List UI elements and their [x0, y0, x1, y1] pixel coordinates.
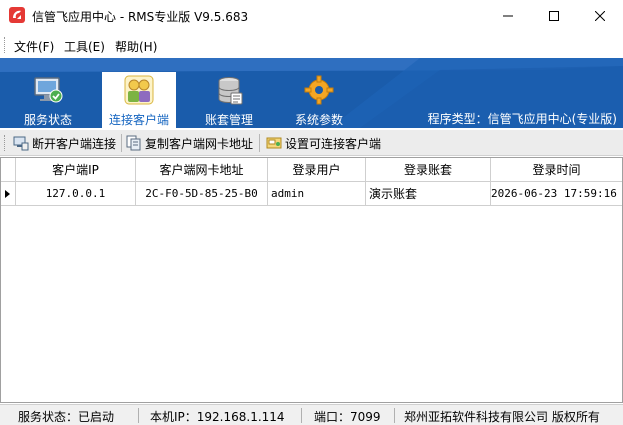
row-indicator [1, 182, 16, 206]
copy-mac-address-label: 复制客户端网卡地址 [145, 136, 254, 151]
cell-user: admin [268, 182, 366, 206]
service-state-status: 服务状态：已启动 [18, 410, 115, 424]
tab-service-status[interactable]: 服务状态 [11, 72, 85, 128]
tab-label: 账套管理 [204, 113, 253, 127]
database-icon [218, 77, 243, 105]
column-header-user[interactable]: 登录用户 [268, 158, 366, 182]
column-header-time[interactable]: 登录时间 [491, 158, 622, 182]
menu-grip [4, 37, 7, 53]
row-pointer-icon [5, 190, 10, 198]
window-title: 信管飞应用中心 - RMS专业版 V9.5.683 [32, 10, 249, 24]
local-ip-status: 本机IP：192.168.1.114 [150, 410, 285, 424]
maximize-icon [549, 11, 559, 21]
minimize-icon [503, 15, 513, 17]
column-header-mac[interactable]: 客户端网卡地址 [136, 158, 268, 182]
gear-icon [304, 75, 334, 105]
maximize-button[interactable] [531, 0, 577, 32]
grid-corner [1, 158, 16, 182]
tab-system-settings[interactable]: 系统参数 [282, 72, 356, 128]
disconnect-client-button[interactable]: 断开客户端连接 [13, 133, 116, 153]
users-icon [124, 75, 154, 105]
toolbar: 断开客户端连接 复制客户端网卡地址 设置可连接客户端 [0, 130, 623, 156]
set-allowed-clients-button[interactable]: 设置可连接客户端 [266, 133, 381, 153]
cell-mac: 2C-F0-5D-85-25-B0 [136, 182, 268, 206]
cell-time: 2026-06-23 17:59:16 [491, 182, 622, 206]
close-icon [595, 11, 605, 21]
tab-account-management[interactable]: 账套管理 [192, 72, 266, 128]
tab-connected-clients[interactable]: 连接客户端 [102, 72, 176, 128]
minimize-button[interactable] [485, 0, 531, 32]
close-button[interactable] [577, 0, 623, 32]
program-type-label: 程序类型：信管飞应用中心(专业版) [427, 112, 617, 126]
menu-tools[interactable]: 工具(E) [64, 38, 105, 55]
tab-label: 系统参数 [294, 113, 343, 127]
monitor-check-icon [34, 77, 63, 103]
toolbar-grip [4, 135, 7, 151]
disconnect-icon [13, 136, 29, 151]
column-header-account[interactable]: 登录账套 [366, 158, 491, 182]
app-logo-icon [9, 7, 25, 23]
status-separator [138, 408, 139, 423]
toolbar-separator [259, 134, 260, 152]
copy-mac-address-button[interactable]: 复制客户端网卡地址 [126, 133, 253, 153]
allowed-clients-icon [266, 137, 282, 149]
status-separator [301, 408, 302, 423]
set-allowed-clients-label: 设置可连接客户端 [285, 136, 382, 151]
disconnect-client-label: 断开客户端连接 [32, 136, 117, 151]
table-row[interactable]: 127.0.0.1 2C-F0-5D-85-25-B0 admin 演示账套 2… [1, 182, 622, 206]
cell-account: 演示账套 [366, 182, 491, 206]
copy-icon [126, 135, 141, 151]
grid-header: 客户端IP 客户端网卡地址 登录用户 登录账套 登录时间 [1, 158, 622, 182]
port-status: 端口：7099 [314, 410, 381, 424]
menu-bar: 文件(F) 工具(E) 帮助(H) [0, 33, 623, 57]
menu-help[interactable]: 帮助(H) [115, 38, 157, 55]
menu-file[interactable]: 文件(F) [14, 38, 54, 55]
toolbar-separator [121, 134, 122, 152]
cell-ip: 127.0.0.1 [16, 182, 136, 206]
copyright-status: 郑州亚拓软件科技有限公司 版权所有 [404, 410, 600, 424]
title-bar: 信管飞应用中心 - RMS专业版 V9.5.683 [0, 0, 623, 32]
client-grid: 客户端IP 客户端网卡地址 登录用户 登录账套 登录时间 127.0.0.1 2… [0, 157, 623, 403]
column-header-ip[interactable]: 客户端IP [16, 158, 136, 182]
tab-banner: 服务状态 连接客户端 账套管理 系统参数 程序类型：信管飞应用中心(专业版) [0, 58, 623, 128]
tab-label: 连接客户端 [108, 113, 169, 127]
status-bar: 服务状态：已启动 本机IP：192.168.1.114 端口：7099 郑州亚拓… [0, 404, 623, 425]
tab-label: 服务状态 [23, 113, 72, 127]
status-separator [394, 408, 395, 423]
